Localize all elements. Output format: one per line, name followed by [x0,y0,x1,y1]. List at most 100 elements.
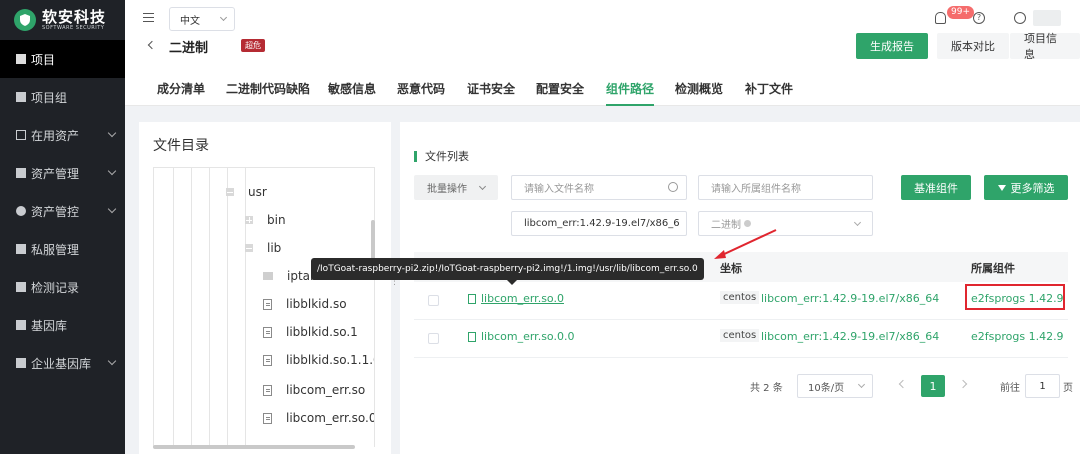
chevron-down-icon [219,13,228,22]
sidebar-item-asset-control[interactable]: 资产管控 [0,192,125,230]
file-tree: usr bin lib iptab libblkid.so libblkid.s… [153,167,375,447]
tree-node-file[interactable]: libblkid.so.1.1.0 [263,353,374,367]
collapse-icon[interactable] [226,188,234,196]
coordinate-filter-value: libcom_err:1.42.9-19.el7/x86_6 [524,218,680,229]
back-icon[interactable] [147,40,157,50]
chevron-down-icon [107,128,117,138]
control-icon [16,206,26,216]
tree-node-file[interactable]: libblkid.so [263,297,347,311]
collapse-icon[interactable] [245,244,253,252]
coordinate-filter-input[interactable]: libcom_err:1.42.9-19.el7/x86_6 [511,211,687,236]
file-tree-title: 文件目录 [153,138,209,154]
current-page-button[interactable]: 1 [921,375,945,397]
user-avatar-icon[interactable] [1014,12,1026,24]
row-checkbox[interactable] [428,295,439,306]
row-checkbox[interactable] [428,333,439,344]
project-icon [16,54,26,64]
enterprise-library-icon [16,358,26,368]
sidebar-item-asset-management[interactable]: 资产管理 [0,154,125,192]
os-tag: centos [720,291,760,304]
sidebar: 软安科技 SOFTWARE SECURITY 项目 项目组 在用资产 资产管理 … [0,0,125,454]
tree-node-label: libcom_err.so [286,383,366,397]
tree-node-bin[interactable]: bin [245,213,286,227]
language-select[interactable]: 中文 [169,7,235,31]
sidebar-item-label: 在用资产 [31,128,80,143]
sidebar-item-assets-in-use[interactable]: 在用资产 [0,116,125,154]
sidebar-item-gene-library[interactable]: 基因库 [0,306,125,344]
risk-badge: 超危 [241,39,265,52]
tree-node-file[interactable]: libcom_err.so.0 [263,411,374,425]
tree-node-file[interactable]: libblkid.so.1 [263,325,358,339]
prev-page-icon[interactable] [898,379,908,389]
component-search-input[interactable]: 请输入所属组件名称 [698,175,873,200]
search-icon[interactable] [668,182,678,192]
column-header-component: 所属组件 [971,262,1015,275]
help-icon[interactable]: ? [973,12,985,24]
highlight-box [965,284,1065,310]
notification-badge: 99+ [947,6,974,19]
more-filters-button[interactable]: 更多筛选 [984,175,1068,200]
file-link[interactable]: libcom_err.so.0.0 [481,330,574,343]
file-icon [263,298,272,310]
logo-subtitle: SOFTWARE SECURITY [42,24,105,31]
pagination-total: 共 2 条 [750,382,783,394]
component-placeholder: 请输入所属组件名称 [711,184,801,195]
batch-action-select[interactable]: 批量操作 [414,175,498,200]
tree-node-iptab[interactable]: iptab [263,269,318,283]
sidebar-item-label: 企业基因库 [31,356,92,371]
goto-page-input[interactable]: 1 [1025,374,1060,398]
generate-report-button[interactable]: 生成报告 [856,33,928,59]
file-list-title: 文件列表 [414,151,469,162]
coordinate-link[interactable]: libcom_err:1.42.9-19.el7/x86_64 [761,292,939,305]
tab-sensitive-info[interactable]: 敏感信息 [328,80,376,97]
expand-icon[interactable] [245,216,253,224]
component-link[interactable]: e2fsprogs 1.42.9 [971,330,1064,343]
chevron-down-icon [857,380,866,389]
coordinate-link[interactable]: libcom_err:1.42.9-19.el7/x86_64 [761,330,939,343]
chevron-down-icon [853,218,862,227]
chevron-down-icon [478,182,487,191]
tab-config-security[interactable]: 配置安全 [536,80,584,97]
page-size-select[interactable]: 10条/页 [797,374,873,398]
filename-placeholder: 请输入文件名称 [524,184,594,195]
filename-search-input[interactable]: 请输入文件名称 [511,175,687,200]
tab-component-path[interactable]: 组件路径 [606,80,655,106]
page-title: 二进制 [169,41,209,56]
tree-node-file[interactable]: libcom_err.so [263,383,365,397]
sidebar-item-label: 资产管控 [31,204,80,219]
baseline-component-button[interactable]: 基准组件 [901,175,971,200]
tree-horizontal-scrollbar[interactable] [153,445,355,449]
tab-patch-files[interactable]: 补丁文件 [745,80,793,97]
sidebar-item-label: 基因库 [31,318,68,333]
sidebar-item-private-server[interactable]: 私服管理 [0,230,125,268]
sidebar-item-project-group[interactable]: 项目组 [0,78,125,116]
version-compare-button[interactable]: 版本对比 [937,33,1009,59]
file-link[interactable]: libcom_err.so.0 [481,292,564,305]
tree-node-lib[interactable]: lib [245,241,281,255]
sidebar-item-scan-records[interactable]: 检测记录 [0,268,125,306]
filter-icon [997,184,1006,191]
logo[interactable]: 软安科技 SOFTWARE SECURITY [0,0,125,40]
record-icon [16,282,26,292]
next-page-icon[interactable] [958,379,968,389]
tab-malicious-code[interactable]: 恶意代码 [397,80,445,97]
sidebar-item-project[interactable]: 项目 [0,40,125,78]
page-header: 二进制 超危 生成报告 版本对比 项目信息 [125,32,1080,68]
user-name-redacted[interactable] [1033,10,1061,26]
file-icon [263,354,272,366]
tree-node-label: usr [248,185,267,199]
tab-binary-defects[interactable]: 二进制代码缺陷 [226,80,310,97]
project-info-button[interactable]: 项目信息 [1010,32,1080,61]
logo-title: 软安科技 [42,7,107,26]
tree-node-usr[interactable]: usr [226,185,267,199]
sidebar-item-label: 检测记录 [31,280,80,295]
tab-cert-security[interactable]: 证书安全 [467,80,515,97]
tab-scan-overview[interactable]: 检测概览 [675,80,723,97]
file-icon [263,326,272,338]
tab-bom[interactable]: 成分清单 [157,80,205,97]
menu-toggle-icon[interactable] [143,13,154,22]
sidebar-item-enterprise-gene-library[interactable]: 企业基因库 [0,344,125,382]
tree-node-label: libblkid.so.1 [286,325,358,339]
panel-resize-handle[interactable]: ⋮ [390,278,399,296]
bell-icon[interactable] [935,12,946,24]
